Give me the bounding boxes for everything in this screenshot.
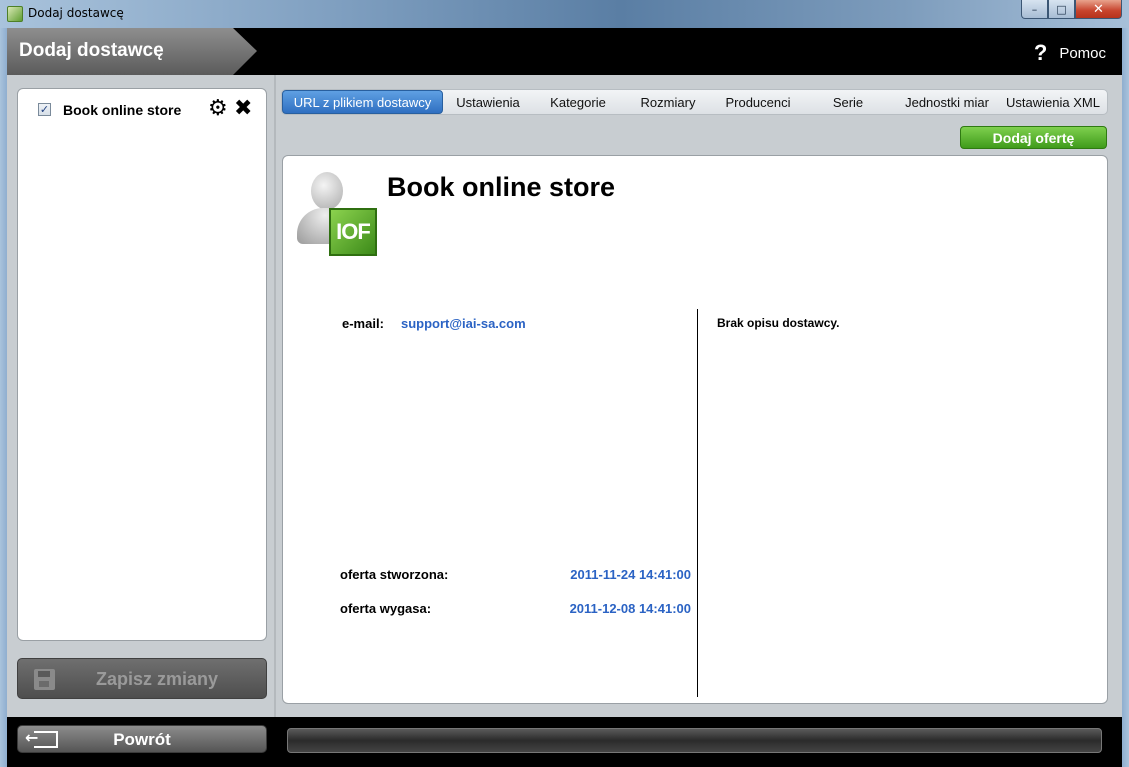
help-label: Pomoc — [1059, 44, 1106, 62]
supplier-avatar: IOF — [297, 170, 377, 258]
supplier-checkbox[interactable]: ✓ — [38, 103, 51, 116]
tab-units[interactable]: Jednostki miar — [893, 90, 1001, 114]
supplier-name-heading: Book online store — [387, 172, 616, 202]
progress-bar — [287, 728, 1102, 753]
header-title-tab: Dodaj dostawcę — [7, 28, 257, 75]
minimize-button[interactable]: – — [1021, 0, 1048, 19]
maximize-button[interactable]: □ — [1048, 0, 1075, 19]
supplier-list-item[interactable]: ✓ Book online store ⚙ ✖ — [38, 97, 258, 121]
supplier-description: Brak opisu dostawcy. — [717, 316, 840, 330]
info-divider — [697, 309, 698, 697]
supplier-details-panel: IOF Book online store e-mail: support@ia… — [282, 155, 1108, 704]
window-title: Dodaj dostawcę — [28, 6, 124, 20]
save-changes-button[interactable]: Zapisz zmiany — [17, 658, 267, 699]
supplier-list-item-label: Book online store — [63, 102, 182, 118]
window-frame-right — [1122, 28, 1129, 767]
back-button[interactable]: Powrót — [17, 725, 267, 753]
window-frame-left — [0, 28, 7, 767]
tab-settings[interactable]: Ustawienia — [443, 90, 533, 114]
add-offer-button[interactable]: Dodaj ofertę — [960, 126, 1107, 149]
offer-expires-value: 2011-12-08 14:41:00 — [569, 601, 691, 616]
save-changes-label: Zapisz zmiany — [95, 669, 219, 689]
tab-sizes[interactable]: Rozmiary — [623, 90, 713, 114]
delete-icon[interactable]: ✖ — [234, 97, 252, 121]
email-link[interactable]: support@iai-sa.com — [401, 316, 526, 331]
window-titlebar: Dodaj dostawcę – □ ✕ — [0, 0, 1129, 28]
email-label: e-mail: — [342, 316, 384, 331]
offer-created-label: oferta stworzona: — [340, 567, 449, 582]
tab-categories[interactable]: Kategorie — [533, 90, 623, 114]
supplier-list: ✓ Book online store ⚙ ✖ — [17, 88, 267, 641]
tab-url-file[interactable]: URL z plikiem dostawcy — [282, 90, 443, 114]
offer-expires-label: oferta wygasa: — [340, 601, 432, 616]
gear-icon[interactable]: ⚙ — [208, 98, 228, 120]
tab-producers[interactable]: Producenci — [713, 90, 803, 114]
help-icon: ? — [1033, 40, 1048, 65]
tab-series[interactable]: Serie — [803, 90, 893, 114]
iof-logo-badge: IOF — [329, 208, 377, 256]
app-icon — [7, 6, 23, 22]
panel-divider — [274, 75, 276, 717]
app-header: Dodaj dostawcę ? Pomoc — [7, 28, 1122, 75]
tab-bar: URL z plikiem dostawcy Ustawienia Katego… — [281, 89, 1108, 115]
user-head-icon — [311, 172, 343, 210]
help-link[interactable]: ? Pomoc — [1034, 40, 1106, 66]
window-controls: – □ ✕ — [1021, 0, 1122, 20]
offer-created-value: 2011-11-24 14:41:00 — [570, 567, 691, 582]
page-title: Dodaj dostawcę — [19, 40, 164, 61]
close-button[interactable]: ✕ — [1075, 0, 1122, 19]
back-button-label: Powrót — [113, 730, 171, 749]
tab-xml-settings[interactable]: Ustawienia XML — [1001, 90, 1105, 114]
